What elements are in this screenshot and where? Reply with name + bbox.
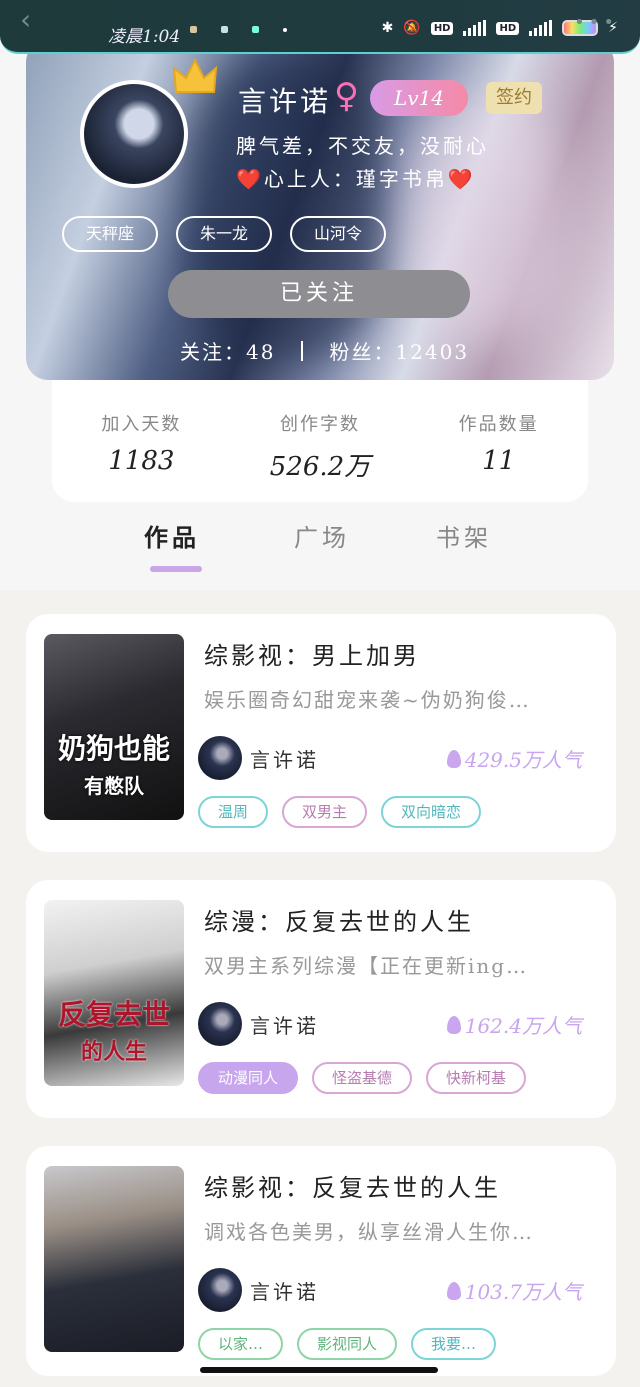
stats-card: 加入天数 1183 创作字数 526.2万 作品数量 11 [52,380,588,502]
popularity: 429.5万人气 [446,744,582,773]
book-title[interactable]: 综漫：反复去世的人生 [204,902,474,937]
profile-tag[interactable]: 天秤座 [62,216,159,252]
profile-crush: ❤️心上人：瑾字书帛❤️ [236,163,476,192]
heart-icon: ❤️ [447,167,476,191]
stat-value: 11 [482,446,516,476]
fire-icon [446,1015,461,1034]
status-bar: ‹ 凌晨1:04 ✱ 🔕 HD HD ⚡ ••• [0,0,640,54]
tab-indicator [150,566,202,572]
bluetooth-icon: ✱ [381,20,394,36]
book-description: 娱乐圈奇幻甜宠来袭~伪奶狗俊… [204,688,531,712]
book-card[interactable]: 综影视：反复去世的人生 调戏各色美男，纵享丝滑人生你… 言许诺 103.7万人气… [26,1146,616,1376]
stat-label: 创作字数 [279,414,360,435]
stat-days: 加入天数 1183 [61,410,221,502]
fans-count[interactable]: 粉丝：12403 [329,336,469,365]
book-tag[interactable]: 以家… [198,1328,284,1360]
fire-icon [446,749,461,768]
mute-icon: 🔕 [403,20,421,36]
author-name: 言许诺 [250,1280,319,1304]
notification-icon [190,26,197,33]
fire-icon [446,1281,461,1300]
book-tags: 以家… 影视同人 我要… [198,1328,497,1360]
back-arrow-icon[interactable]: ‹ [20,6,31,34]
level-badge: Lv14 [370,80,468,116]
book-card[interactable]: 反复去世 的人生 综漫：反复去世的人生 双男主系列综漫【正在更新ing… 言许诺 … [26,880,616,1118]
book-description: 调戏各色美男，纵享丝滑人生你… [204,1220,534,1244]
profile-tag[interactable]: 山河令 [290,216,387,252]
book-tags: 温周 双男主 双向暗恋 [198,796,482,828]
book-title[interactable]: 综影视：男上加男 [204,636,420,671]
book-tag[interactable]: 影视同人 [297,1328,398,1360]
book-tag[interactable]: 我要… [411,1328,497,1360]
signal-icon [463,20,487,36]
profile-motto: 脾气差，不交友，没耐心 [236,134,489,158]
notification-icon [221,26,228,33]
signal-icon [529,20,553,36]
tab-bookshelf[interactable]: 书架 [436,518,492,553]
book-cover[interactable]: 奶狗也能 有憋队 [44,634,184,820]
book-cover[interactable]: 反复去世 的人生 [44,900,184,1086]
heart-icon: ❤️ [236,167,264,191]
following-count[interactable]: 关注：48 [180,336,275,365]
book-cover[interactable] [44,1166,184,1352]
tab-bar: 作品 广场 书架 [0,518,640,578]
book-tag[interactable]: 怪盗基德 [312,1062,413,1094]
author-avatar [198,736,242,780]
stat-label: 加入天数 [101,414,182,435]
stat-works: 作品数量 11 [419,410,579,502]
signed-badge: 签约 [486,82,542,114]
book-card[interactable]: 奶狗也能 有憋队 综影视：男上加男 娱乐圈奇幻甜宠来袭~伪奶狗俊… 言许诺 429… [26,614,616,852]
stat-words: 创作字数 526.2万 [240,410,400,502]
book-tag[interactable]: 动漫同人 [198,1062,299,1094]
hd-icon: HD [430,21,454,35]
cover-title [44,1299,184,1332]
book-title[interactable]: 综影视：反复去世的人生 [204,1168,501,1203]
notification-icons [190,26,287,33]
status-time: 凌晨1:04 [108,27,181,47]
cover-title: 奶狗也能 有憋队 [57,732,170,798]
more-menu-icon[interactable]: ••• [574,12,618,33]
gender-female-icon: ♀ [334,76,359,116]
tab-works[interactable]: 作品 [144,518,200,553]
author-avatar [198,1268,242,1312]
crown-icon [172,58,218,93]
tab-square[interactable]: 广场 [294,518,350,553]
home-indicator[interactable] [200,1367,438,1373]
book-tag[interactable]: 双男主 [282,796,368,828]
profile-tags: 天秤座 朱一龙 山河令 [62,216,387,252]
notification-dot-icon [283,28,287,32]
book-tags: 动漫同人 怪盗基德 快新柯基 [198,1062,527,1094]
book-tag[interactable]: 双向暗恋 [381,796,482,828]
divider [301,340,304,361]
follow-button[interactable]: 已关注 [168,270,470,318]
hd-icon: HD [496,21,520,35]
author-avatar [198,1002,242,1046]
profile-tag[interactable]: 朱一龙 [176,216,273,252]
book-tag[interactable]: 温周 [198,796,269,828]
profile-name: 言许诺 [238,85,332,118]
stat-label: 作品数量 [458,414,539,435]
follow-counts: 关注：48 粉丝：12403 [180,336,469,365]
stat-value: 1183 [108,446,175,476]
stat-value: 526.2万 [269,452,371,482]
popularity: 162.4万人气 [446,1010,582,1039]
popularity: 103.7万人气 [446,1276,582,1305]
author-name: 言许诺 [250,1014,319,1038]
cover-title: 反复去世 的人生 [57,998,170,1065]
crush-text: 心上人：瑾字书帛 [263,167,448,191]
book-tag[interactable]: 快新柯基 [426,1062,527,1094]
book-description: 双男主系列综漫【正在更新ing… [204,954,529,978]
author-name: 言许诺 [250,748,319,772]
notification-icon [252,26,259,33]
